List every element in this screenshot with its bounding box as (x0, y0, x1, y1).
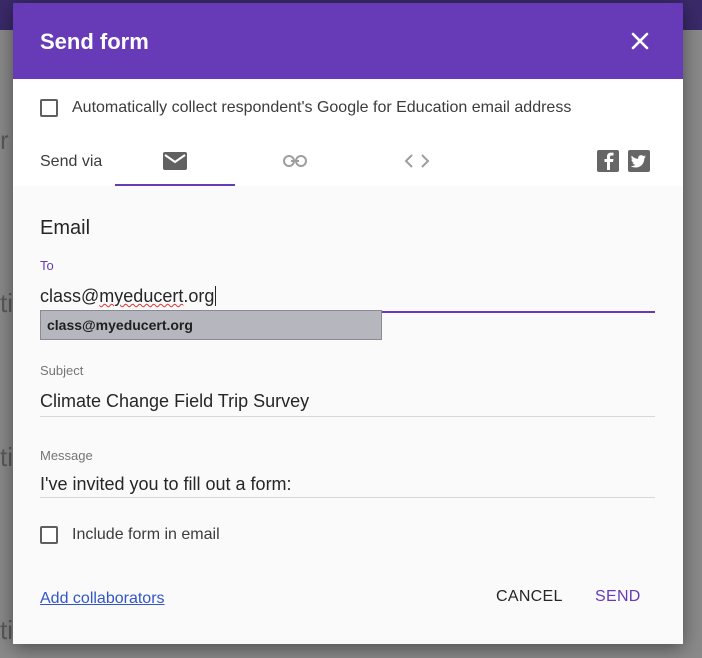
subject-label: Subject (40, 363, 84, 378)
add-collaborators-link[interactable]: Add collaborators (40, 590, 165, 608)
tab-embed[interactable] (357, 138, 477, 184)
close-icon (631, 32, 649, 50)
facebook-share-button[interactable] (597, 150, 619, 172)
message-label: Message (40, 448, 93, 463)
dialog-header: Send form (13, 3, 683, 79)
facebook-icon (604, 152, 614, 170)
to-value-prefix: class@ (40, 286, 100, 306)
subject-input[interactable]: Climate Change Field Trip Survey (40, 391, 655, 419)
to-value-misspelled: myeducert (99, 286, 184, 306)
tab-email[interactable] (115, 138, 235, 186)
to-label: To (40, 258, 54, 273)
send-via-row: Send via (13, 138, 683, 186)
include-form-label: Include form in email (72, 526, 220, 543)
dialog-title: Send form (40, 29, 149, 54)
dialog-footer: Add collaborators CANCEL SEND (13, 572, 683, 644)
twitter-icon (630, 155, 646, 168)
close-button[interactable] (627, 28, 653, 54)
include-form-checkbox[interactable] (40, 526, 58, 544)
embed-icon (404, 154, 430, 168)
background-fragment: ti (0, 288, 13, 318)
cancel-button[interactable]: CANCEL (496, 588, 563, 606)
subject-underline (40, 416, 655, 417)
to-value-suffix: .org (183, 286, 215, 306)
twitter-share-button[interactable] (628, 150, 650, 172)
email-form-body: Email To class@myeducert.org​ class@myed… (13, 186, 683, 644)
background-fragment: r (0, 125, 9, 155)
background-fragment: ti (0, 615, 13, 645)
send-button[interactable]: SEND (595, 588, 641, 606)
email-icon (163, 152, 187, 170)
collect-email-label: Automatically collect respondent's Googl… (72, 99, 572, 116)
include-form-row: Include form in email (40, 526, 220, 544)
autocomplete-suggestion[interactable]: class@myeducert.org (40, 310, 382, 340)
collect-email-checkbox[interactable] (40, 99, 58, 117)
text-cursor: ​ (215, 286, 217, 306)
send-form-dialog: Send form Automatically collect responde… (13, 3, 683, 644)
send-via-label: Send via (40, 153, 103, 170)
tab-link[interactable] (235, 138, 355, 184)
background-fragment: ti (0, 442, 13, 472)
message-underline (40, 497, 655, 498)
email-section-title: Email (40, 217, 91, 239)
link-icon (283, 155, 307, 167)
collect-email-row: Automatically collect respondent's Googl… (40, 99, 571, 117)
